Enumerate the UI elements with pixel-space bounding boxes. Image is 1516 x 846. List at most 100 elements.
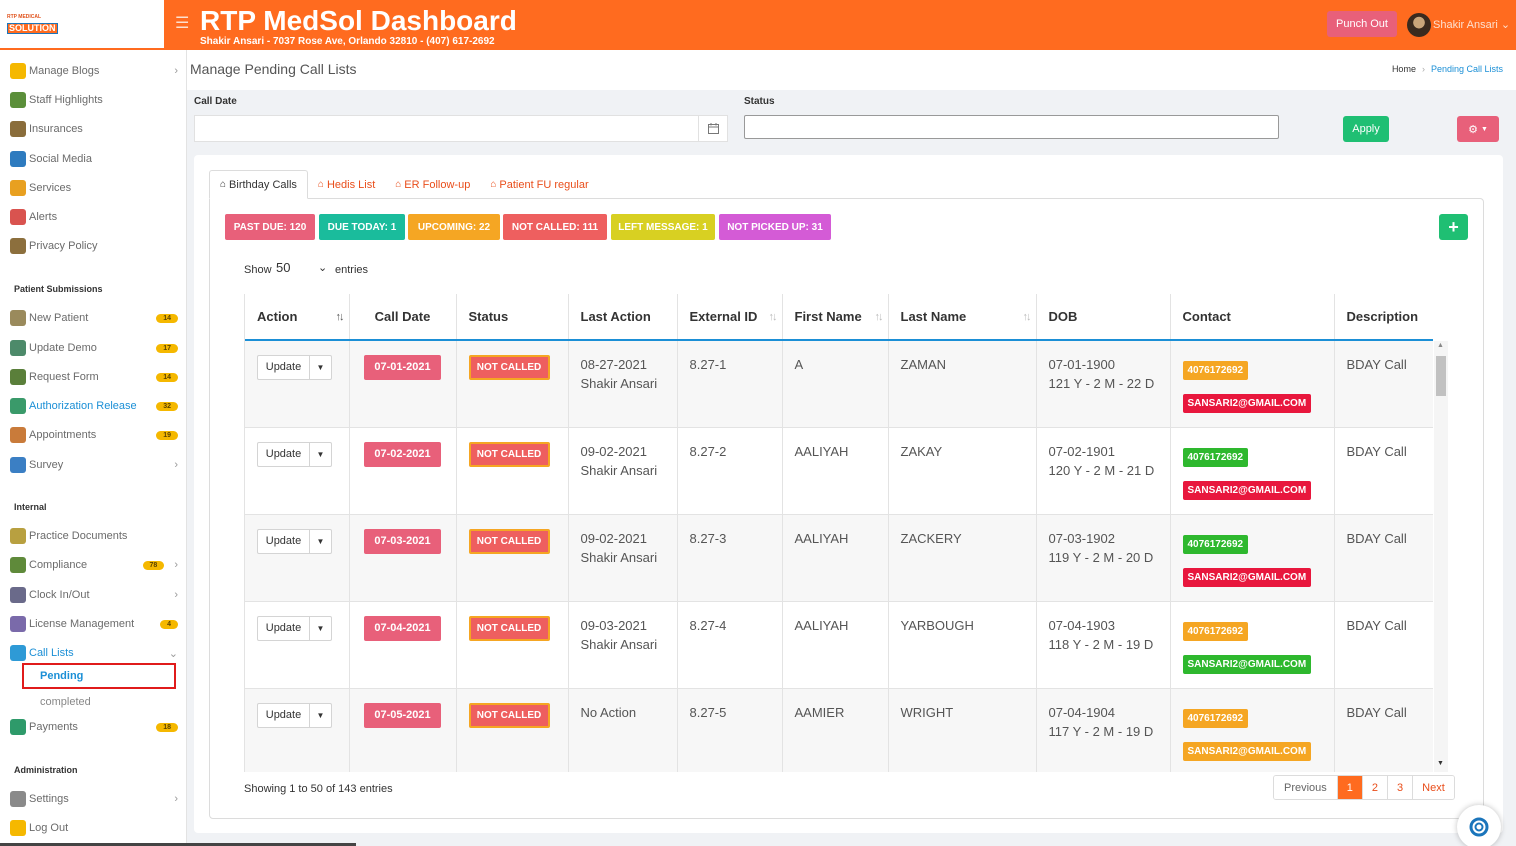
column-header-first-name[interactable]: First Name ↑↓ [782, 294, 889, 341]
sidebar-item-social-media[interactable]: Social Media [10, 149, 178, 169]
help-button[interactable] [1457, 805, 1501, 846]
sidebar-item-license-management[interactable]: License Management 4 [10, 614, 178, 634]
cell-last-name: YARBOUGH [888, 601, 1037, 689]
update-button[interactable]: Update [258, 616, 310, 640]
entries-select[interactable]: 50 [276, 260, 290, 275]
scrollbar-thumb[interactable] [1436, 356, 1446, 396]
punch-out-button[interactable]: Punch Out [1327, 11, 1397, 37]
apply-button[interactable]: Apply [1343, 116, 1389, 142]
tab-er-follow-up[interactable]: ⌂ ER Follow-up [385, 170, 480, 199]
email-badge[interactable]: SANSARI2@GMAIL.COM [1182, 394, 1312, 413]
update-split-button[interactable]: Update ▼ [257, 355, 332, 380]
email-badge[interactable]: SANSARI2@GMAIL.COM [1182, 480, 1312, 500]
sort-icon[interactable]: ↑↓ [875, 311, 884, 323]
sidebar-item-request-form[interactable]: Request Form 14 [10, 367, 178, 387]
settings-dropdown-button[interactable]: ⚙ ▼ [1457, 116, 1499, 142]
status-filter-pill[interactable]: LEFT MESSAGE: 1 [611, 214, 715, 240]
column-header-contact[interactable]: Contact [1170, 294, 1335, 341]
column-header-external-id[interactable]: External ID ↑↓ [677, 294, 783, 341]
column-header-action[interactable]: Action ↑↓ [245, 294, 350, 341]
email-badge[interactable]: SANSARI2@GMAIL.COM [1182, 654, 1312, 674]
sort-icon[interactable]: ↑↓ [769, 311, 778, 323]
logo-area[interactable]: RTP MEDICAL SOLUTION [0, 0, 186, 50]
sidebar-item-log-out[interactable]: Log Out [10, 818, 178, 838]
sidebar-item-update-demo[interactable]: Update Demo 17 [10, 338, 178, 358]
breadcrumb-home[interactable]: Home [1392, 64, 1416, 74]
column-header-call-date[interactable]: Call Date [349, 294, 457, 341]
page-2-button[interactable]: 2 [1362, 776, 1389, 799]
caret-down-icon[interactable]: ▼ [310, 704, 331, 727]
update-split-button[interactable]: Update ▼ [257, 702, 332, 728]
status-select[interactable] [744, 115, 1279, 139]
phone-badge[interactable]: 4076172692 [1182, 621, 1249, 641]
column-header-last-action[interactable]: Last Action [568, 294, 678, 341]
caret-down-icon[interactable]: ▼ [310, 617, 331, 640]
user-avatar[interactable] [1407, 13, 1431, 37]
next-page-button[interactable]: Next [1413, 776, 1454, 799]
tab-patient-fu-regular[interactable]: ⌂ Patient FU regular [480, 170, 598, 199]
page-1-button[interactable]: 1 [1337, 776, 1363, 799]
update-split-button[interactable]: Update ▼ [257, 528, 332, 554]
phone-badge[interactable]: 4076172692 [1182, 708, 1249, 728]
status-filter-pill[interactable]: UPCOMING: 22 [408, 214, 500, 240]
email-badge[interactable]: SANSARI2@GMAIL.COM [1182, 741, 1312, 761]
sort-icon[interactable]: ↑↓ [336, 311, 345, 323]
page-3-button[interactable]: 3 [1388, 776, 1414, 799]
email-badge[interactable]: SANSARI2@GMAIL.COM [1182, 567, 1312, 587]
column-header-description[interactable]: Description [1334, 294, 1433, 341]
sidebar-item-staff-highlights[interactable]: Staff Highlights [10, 90, 178, 110]
caret-down-icon[interactable]: ▼ [310, 356, 331, 379]
sort-icon[interactable]: ↑↓ [1023, 311, 1032, 323]
column-header-last-name[interactable]: Last Name ↑↓ [888, 294, 1037, 341]
phone-badge[interactable]: 4076172692 [1182, 447, 1249, 467]
caret-down-icon[interactable]: ▼ [310, 530, 331, 553]
calendar-button[interactable] [698, 115, 728, 142]
update-split-button[interactable]: Update ▼ [257, 615, 332, 641]
update-split-button[interactable]: Update ▼ [257, 441, 332, 467]
tab-hedis-list[interactable]: ⌂ Hedis List [308, 170, 385, 199]
caret-down-icon[interactable]: ▼ [310, 443, 331, 466]
sidebar-item-settings[interactable]: Settings › [10, 789, 178, 809]
status-filter-pill[interactable]: NOT CALLED: 111 [503, 214, 607, 240]
scroll-down-icon[interactable]: ▼ [1437, 760, 1444, 767]
tab-label: Birthday Calls [229, 178, 297, 191]
sidebar-item-clock-in-out[interactable]: Clock In/Out › [10, 585, 178, 605]
update-button[interactable]: Update [258, 703, 310, 727]
chevron-down-icon[interactable]: ⌄ [318, 261, 327, 274]
status-filter-pill[interactable]: PAST DUE: 120 [225, 214, 315, 240]
scroll-up-icon[interactable]: ▲ [1437, 342, 1444, 349]
sidebar-item-survey[interactable]: Survey › [10, 455, 178, 475]
column-header-dob[interactable]: DOB [1036, 294, 1171, 341]
status-filter-pill[interactable]: NOT PICKED UP: 31 [719, 214, 831, 240]
sidebar-item-payments[interactable]: Payments 18 [10, 717, 178, 737]
sidebar-item-compliance[interactable]: Compliance 78 › [10, 555, 178, 575]
previous-page-button[interactable]: Previous [1274, 776, 1338, 799]
phone-badge[interactable]: 4076172692 [1182, 534, 1249, 554]
sidebar-item-services[interactable]: Services [10, 178, 178, 198]
call-date-input[interactable] [194, 115, 699, 142]
cell-call-date: 07-01-2021 [349, 340, 457, 428]
user-menu[interactable]: Shakir Ansari ⌄ [1433, 18, 1510, 31]
brand-logo[interactable]: RTP MEDICAL SOLUTION [7, 14, 58, 34]
sidebar-item-practice-documents[interactable]: Practice Documents [10, 526, 178, 546]
sidebar-sub-completed[interactable]: completed [40, 696, 91, 708]
sidebar-item-authorization-release[interactable]: Authorization Release 32 [10, 396, 178, 416]
sidebar-item-insurances[interactable]: Insurances [10, 119, 178, 139]
sidebar-item-manage-blogs[interactable]: Manage Blogs › [10, 61, 178, 81]
sidebar-item-appointments[interactable]: Appointments 19 [10, 425, 178, 445]
add-button[interactable]: + [1439, 214, 1468, 240]
update-button[interactable]: Update [258, 442, 310, 466]
update-button[interactable]: Update [258, 529, 310, 553]
sidebar-item-alerts[interactable]: Alerts [10, 207, 178, 227]
menu-toggle-icon[interactable]: ☰ [175, 13, 189, 33]
table-scrollbar[interactable] [1434, 341, 1448, 772]
sidebar-sub-pending[interactable]: Pending [22, 663, 176, 689]
update-button[interactable]: Update [258, 356, 310, 379]
sidebar-item-call-lists[interactable]: Call Lists ⌄ [10, 643, 178, 663]
status-filter-pill[interactable]: DUE TODAY: 1 [319, 214, 405, 240]
sidebar-item-new-patient[interactable]: New Patient 14 [10, 308, 178, 328]
phone-badge[interactable]: 4076172692 [1182, 361, 1249, 380]
sidebar-item-privacy-policy[interactable]: Privacy Policy [10, 236, 178, 256]
tab-birthday-calls[interactable]: ⌂ Birthday Calls [209, 170, 308, 199]
column-header-status[interactable]: Status [456, 294, 569, 341]
